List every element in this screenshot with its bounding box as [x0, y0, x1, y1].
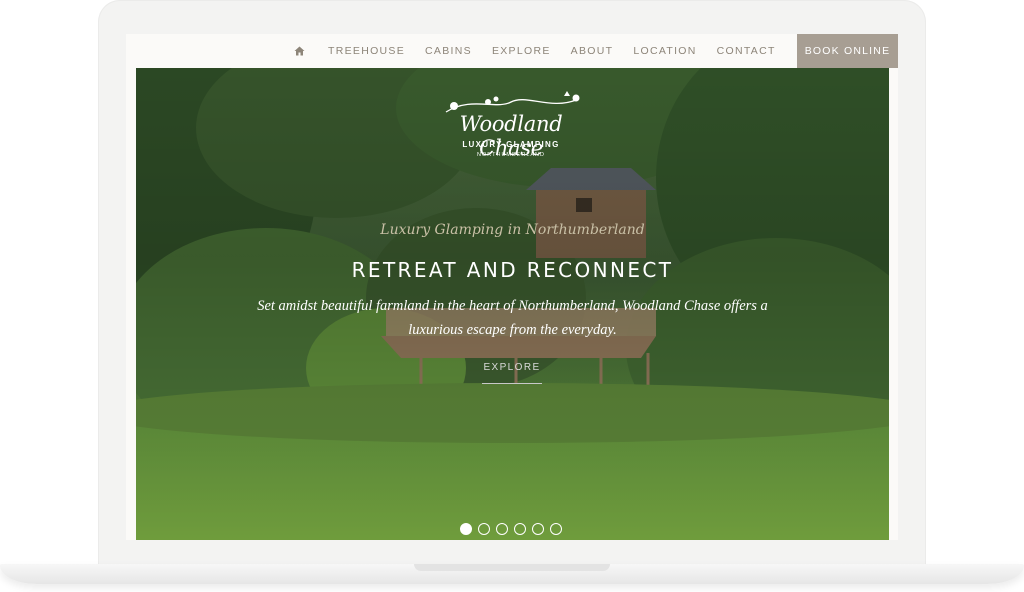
- hero-slider: Woodland Chase LUXURY GLAMPING NORTHUMBE…: [136, 68, 889, 540]
- logo-subtitle: LUXURY GLAMPING: [462, 140, 560, 149]
- hero-intro-text: Set amidst beautiful farmland in the hea…: [257, 298, 768, 338]
- slider-dot[interactable]: [514, 523, 526, 535]
- hero-headline: RETREAT AND RECONNECT: [351, 258, 674, 282]
- explore-underline: [482, 383, 542, 384]
- site-logo[interactable]: Woodland Chase LUXURY GLAMPING NORTHUMBE…: [426, 90, 596, 160]
- slider-pagination: [460, 523, 562, 535]
- logo-region: NORTHUMBERLAND: [477, 152, 545, 158]
- slider-dot[interactable]: [496, 523, 508, 535]
- nav-about[interactable]: ABOUT: [571, 45, 614, 57]
- hero-tagline: Luxury Glamping in Northumberland: [380, 222, 645, 238]
- nav-explore[interactable]: EXPLORE: [492, 45, 551, 57]
- website-screen: TREEHOUSE CABINS EXPLORE ABOUT LOCATION …: [126, 34, 898, 540]
- book-online-button[interactable]: BOOK ONLINE: [797, 34, 898, 68]
- slider-dot[interactable]: [550, 523, 562, 535]
- slider-dot[interactable]: [460, 523, 472, 535]
- nav-treehouse[interactable]: TREEHOUSE: [328, 45, 405, 57]
- nav-contact[interactable]: CONTACT: [717, 45, 776, 57]
- nav-cabins[interactable]: CABINS: [425, 45, 472, 57]
- laptop-notch: [414, 564, 610, 571]
- nav-location[interactable]: LOCATION: [633, 45, 696, 57]
- nav-links: TREEHOUSE CABINS EXPLORE ABOUT LOCATION …: [292, 34, 796, 68]
- explore-button[interactable]: EXPLORE: [482, 362, 542, 386]
- home-icon[interactable]: [292, 44, 306, 58]
- slider-dot[interactable]: [478, 523, 490, 535]
- slider-dot[interactable]: [532, 523, 544, 535]
- explore-button-label: EXPLORE: [483, 362, 541, 373]
- top-navigation: TREEHOUSE CABINS EXPLORE ABOUT LOCATION …: [126, 34, 898, 68]
